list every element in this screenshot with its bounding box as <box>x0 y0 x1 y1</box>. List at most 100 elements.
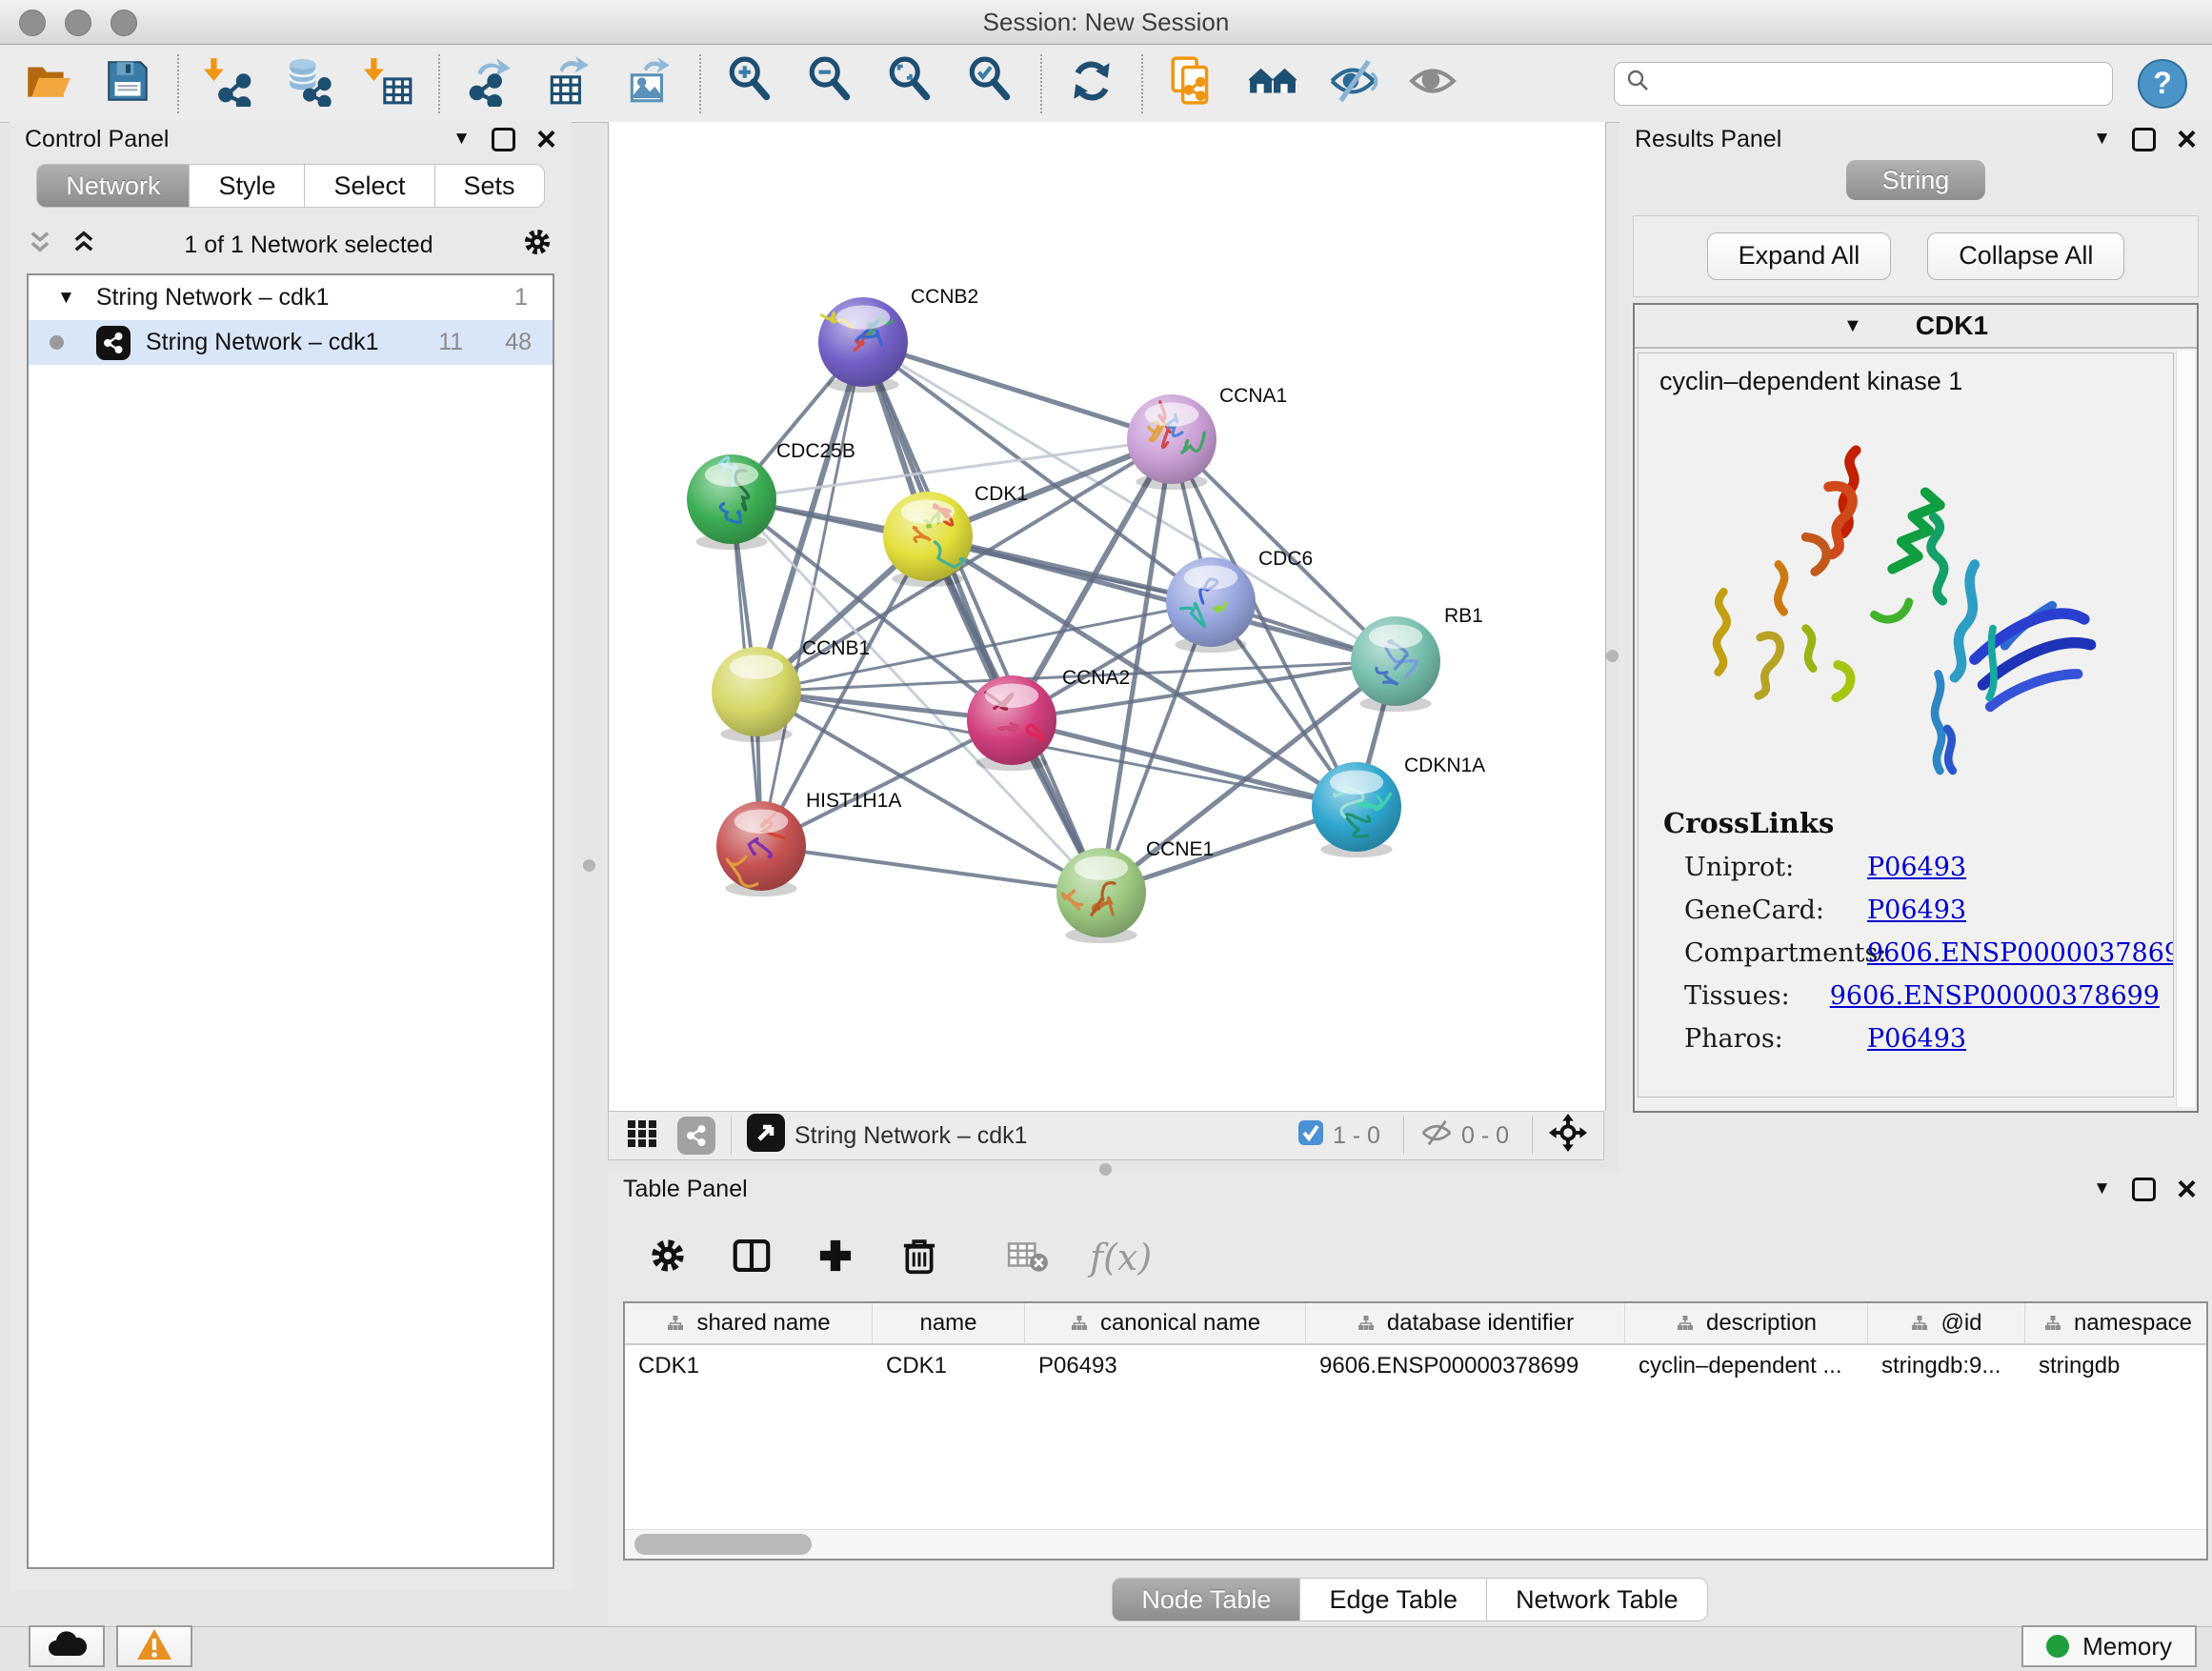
grid-view-icon[interactable] <box>626 1117 658 1156</box>
network-collection-row[interactable]: ▼ String Network – cdk1 1 <box>29 275 553 320</box>
network-node-ccne1[interactable] <box>1056 848 1146 943</box>
network-node-cdk1[interactable] <box>883 492 973 587</box>
pan-crosshair-icon[interactable] <box>1548 1113 1588 1159</box>
left-splitter-handle[interactable] <box>583 859 595 872</box>
cloud-button[interactable] <box>29 1625 105 1667</box>
import-table-button[interactable] <box>349 49 429 119</box>
column-header-namespace[interactable]: namespace <box>2025 1303 2208 1343</box>
panel-collapse-icon[interactable]: ▼ <box>2093 1178 2111 1199</box>
search-box[interactable] <box>1614 62 2113 106</box>
tab-sets[interactable]: Sets <box>435 164 545 208</box>
column-header-description[interactable]: description <box>1625 1303 1868 1343</box>
table-horizontal-scrollbar[interactable] <box>625 1529 2206 1559</box>
protein-header[interactable]: ▼ CDK1 <box>1635 305 2197 349</box>
minimize-window-button[interactable] <box>65 10 91 36</box>
results-scrollbar[interactable] <box>2176 351 2195 1107</box>
network-edge[interactable] <box>761 342 863 846</box>
memory-button[interactable]: Memory <box>2021 1625 2197 1667</box>
expand-all-button[interactable]: Expand All <box>1707 232 1892 280</box>
network-node-rb1[interactable] <box>1351 616 1440 712</box>
panel-float-icon[interactable] <box>2132 128 2156 151</box>
panel-collapse-icon[interactable]: ▼ <box>2093 129 2111 150</box>
tab-select[interactable]: Select <box>305 164 434 208</box>
selected-checkbox-icon[interactable] <box>1297 1118 1325 1154</box>
panel-close-icon[interactable]: × <box>2177 125 2197 153</box>
column-header-shared-name[interactable]: shared name <box>625 1303 873 1343</box>
crosslink-link[interactable]: P06493 <box>1867 1024 1966 1054</box>
tab-network-table[interactable]: Network Table <box>1487 1578 1708 1621</box>
panel-close-icon[interactable]: × <box>536 125 556 153</box>
hidden-eye-icon[interactable] <box>1419 1118 1454 1154</box>
show-all-networks-button[interactable] <box>1233 49 1313 119</box>
table-cell[interactable]: CDK1 <box>873 1345 1025 1387</box>
crosslink-link[interactable]: 9606.ENSP00000378699 <box>1830 981 2160 1011</box>
open-session-button[interactable] <box>8 49 88 119</box>
panel-float-icon[interactable] <box>2132 1178 2156 1201</box>
network-node-cdc25b[interactable] <box>687 454 776 550</box>
collapse-all-networks-icon[interactable] <box>27 229 53 262</box>
tree-expander-icon[interactable]: ▼ <box>57 288 75 309</box>
close-window-button[interactable] <box>19 10 46 36</box>
table-cell[interactable]: cyclin–dependent ... <box>1625 1345 1868 1387</box>
crosslink-link[interactable]: P06493 <box>1867 853 1966 882</box>
network-row[interactable]: String Network – cdk1 11 48 <box>29 320 553 365</box>
zoom-selected-button[interactable] <box>951 49 1031 119</box>
import-network-from-database-button[interactable] <box>269 49 349 119</box>
gear-icon[interactable] <box>520 225 554 266</box>
table-cell[interactable]: 9606.ENSP00000378699 <box>1306 1345 1625 1387</box>
network-edge[interactable] <box>863 342 1172 439</box>
network-node-hist1h1a[interactable] <box>716 801 806 896</box>
network-node-ccnb1[interactable] <box>712 647 801 742</box>
table-cell[interactable]: stringdb <box>2025 1345 2208 1387</box>
birdseye-view-icon[interactable] <box>747 1114 785 1158</box>
column-header-name[interactable]: name <box>873 1303 1025 1343</box>
column-header-database-identifier[interactable]: database identifier <box>1306 1303 1625 1343</box>
table-cell[interactable]: P06493 <box>1025 1345 1306 1387</box>
table-cell[interactable]: stringdb:9... <box>1868 1345 2025 1387</box>
help-button[interactable]: ? <box>2138 59 2187 109</box>
maximize-window-button[interactable] <box>111 10 137 36</box>
show-columns-icon[interactable] <box>730 1234 774 1282</box>
share-view-icon[interactable] <box>677 1117 715 1155</box>
bottom-splitter-handle[interactable] <box>1099 1163 1112 1176</box>
network-node-ccna1[interactable] <box>1127 394 1217 490</box>
tab-string[interactable]: String <box>1846 160 1986 200</box>
tab-edge-table[interactable]: Edge Table <box>1300 1578 1487 1621</box>
export-table-button[interactable] <box>530 49 610 119</box>
panel-float-icon[interactable] <box>492 128 515 151</box>
network-edge[interactable] <box>928 536 1396 661</box>
table-cell[interactable]: CDK1 <box>625 1345 873 1387</box>
zoom-out-button[interactable] <box>791 49 871 119</box>
zoom-in-button[interactable] <box>711 49 791 119</box>
hide-selected-button[interactable] <box>1313 49 1393 119</box>
column-header-id[interactable]: @id <box>1868 1303 2025 1343</box>
crosslink-link[interactable]: P06493 <box>1867 896 1966 925</box>
network-node-cdkn1a[interactable] <box>1312 762 1401 857</box>
show-hidden-button[interactable] <box>1393 49 1473 119</box>
search-input[interactable] <box>1660 70 2101 98</box>
delete-column-icon[interactable] <box>897 1234 941 1282</box>
add-column-icon[interactable] <box>814 1234 857 1282</box>
zoom-fit-button[interactable] <box>871 49 951 119</box>
tab-node-table[interactable]: Node Table <box>1112 1578 1300 1621</box>
network-canvas[interactable]: CCNB2CCNA1CDC25BCDK1CDC6RB1CCNB1CCNA2CDK… <box>608 122 1606 1111</box>
crosslink-link[interactable]: 9606.ENSP00000378699 <box>1867 938 2174 968</box>
tab-network[interactable]: Network <box>36 164 190 208</box>
network-edge[interactable] <box>761 846 1101 893</box>
export-network-button[interactable] <box>450 49 530 119</box>
expand-all-networks-icon[interactable] <box>70 229 97 262</box>
export-image-button[interactable] <box>610 49 690 119</box>
network-node-cdc6[interactable] <box>1166 557 1256 653</box>
collapse-protein-icon[interactable]: ▼ <box>1843 315 1862 337</box>
network-graph[interactable]: CCNB2CCNA1CDC25BCDK1CDC6RB1CCNB1CCNA2CDK… <box>609 122 1605 1111</box>
tab-style[interactable]: Style <box>190 164 305 208</box>
collapse-all-button[interactable]: Collapse All <box>1927 232 2124 280</box>
save-session-button[interactable] <box>88 49 168 119</box>
warning-button[interactable] <box>116 1625 192 1667</box>
import-network-button[interactable] <box>189 49 269 119</box>
scrollbar-thumb[interactable] <box>634 1534 812 1555</box>
apply-layout-button[interactable] <box>1052 49 1132 119</box>
table-row[interactable]: CDK1CDK1P064939606.ENSP00000378699cyclin… <box>625 1345 2206 1387</box>
panel-collapse-icon[interactable]: ▼ <box>452 129 471 150</box>
column-header-canonical-name[interactable]: canonical name <box>1025 1303 1306 1343</box>
